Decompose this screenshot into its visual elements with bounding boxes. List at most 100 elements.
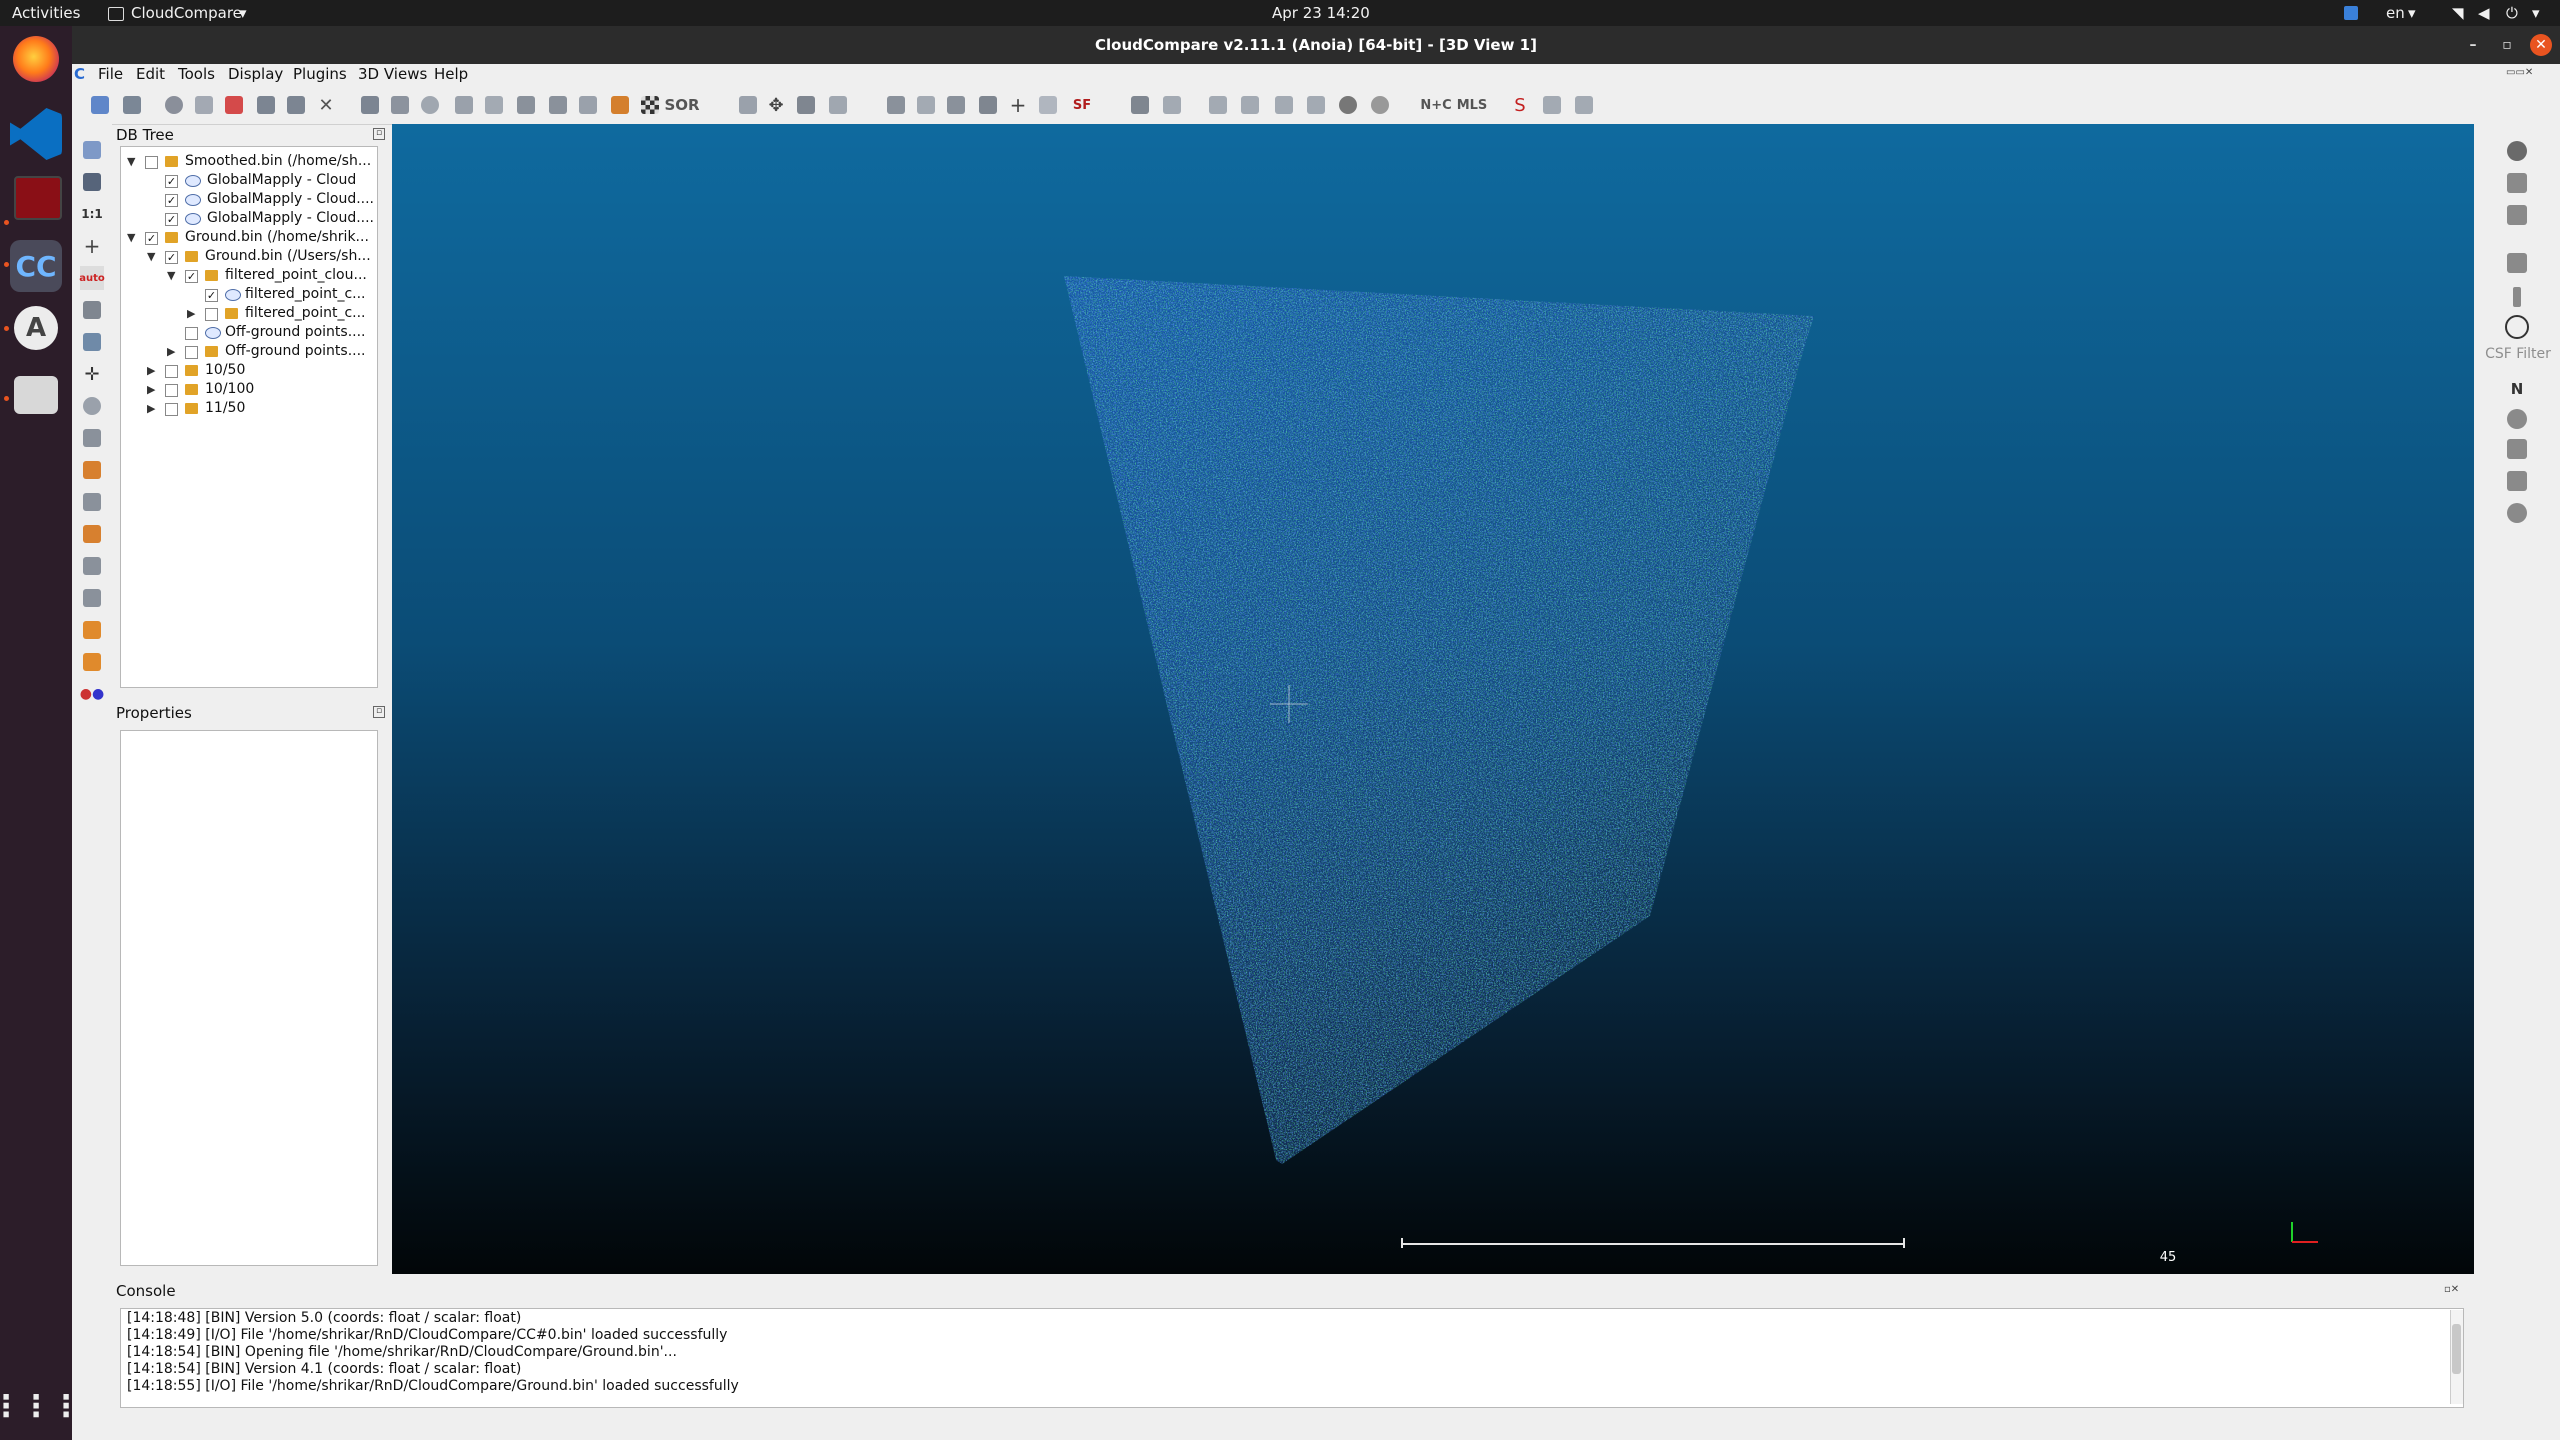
normals-icon[interactable] [736, 93, 760, 117]
sf-list-icon[interactable] [1128, 93, 1152, 117]
wifi-icon[interactable]: ◥ [2452, 4, 2464, 22]
view-front-icon[interactable] [80, 458, 104, 482]
tree-row[interactable]: ▼ ✓ filtered_point_clou... [121, 267, 375, 286]
delete-icon[interactable]: ✕ [314, 93, 338, 117]
notification-app-icon[interactable] [2344, 6, 2358, 20]
tree-row[interactable]: Off-ground points.... [121, 324, 375, 343]
compass-icon[interactable] [2504, 202, 2530, 228]
tree-row[interactable]: ✓ GlobalMapply - Cloud.... [121, 210, 375, 229]
checkbox[interactable]: ✓ [145, 232, 158, 245]
power-icon[interactable]: ⏻ [2506, 4, 2518, 22]
clone-icon[interactable] [222, 93, 246, 117]
view-left-icon[interactable] [80, 490, 104, 514]
menu-plugins[interactable]: Plugins [293, 65, 347, 83]
checkerboard-icon[interactable] [638, 93, 662, 117]
open-icon[interactable] [88, 93, 112, 117]
view-top-icon[interactable] [80, 426, 104, 450]
console-scrollbar[interactable] [2450, 1310, 2463, 1404]
kd-tree-icon[interactable] [1206, 93, 1230, 117]
screen-icon[interactable] [80, 138, 104, 162]
facets-icon[interactable] [2504, 250, 2530, 276]
sample-points-icon[interactable] [482, 93, 506, 117]
menu-3d-views[interactable]: 3D Views [358, 65, 427, 83]
sor-filter-icon[interactable]: SOR [664, 93, 699, 117]
checkbox[interactable]: ✓ [165, 213, 178, 226]
expand-arrow-icon[interactable]: ▼ [147, 250, 159, 264]
view-back-icon[interactable] [80, 522, 104, 546]
rasterize-icon[interactable] [1304, 93, 1328, 117]
normal-orientation-icon[interactable]: N [2504, 376, 2530, 402]
checkbox[interactable]: ✓ [185, 270, 198, 283]
console-log[interactable]: [14:18:48] [BIN] Version 5.0 (coords: fl… [120, 1308, 2464, 1408]
mdi-controls[interactable]: ▭▭✕ [2506, 67, 2533, 78]
software-updater-icon[interactable]: A [14, 306, 58, 350]
move-view-icon[interactable]: ✛ [80, 362, 104, 386]
poisson-icon[interactable] [2504, 500, 2530, 526]
expand-arrow-icon[interactable]: ▼ [127, 155, 139, 169]
expand-arrow-icon[interactable]: ▶ [187, 307, 199, 321]
tree-row[interactable]: ▼ ✓ Ground.bin (/Users/sh... [121, 248, 375, 267]
checkbox[interactable]: ✓ [205, 289, 218, 302]
tree-row[interactable]: ▶ 10/100 [121, 381, 375, 400]
minimize-icon[interactable]: – [2462, 34, 2484, 56]
hpr-icon[interactable] [2504, 406, 2530, 432]
crop-icon[interactable] [914, 93, 938, 117]
tree-row[interactable]: ▶ 11/50 [121, 400, 375, 419]
merge-icon[interactable] [254, 93, 278, 117]
globe-icon[interactable] [1368, 93, 1392, 117]
expand-arrow-icon[interactable]: ▶ [147, 364, 159, 378]
csf-filter-icon[interactable] [2504, 314, 2530, 340]
camera-icon[interactable] [80, 170, 104, 194]
sample-icon[interactable] [608, 93, 632, 117]
segment-icon[interactable] [284, 93, 308, 117]
firefox-icon[interactable] [13, 36, 59, 82]
checkbox[interactable] [145, 156, 158, 169]
3d-view[interactable]: 45 [392, 124, 2474, 1274]
checkbox[interactable]: ✓ [165, 251, 178, 264]
iso-view-2-icon[interactable] [80, 650, 104, 674]
menu-tools[interactable]: Tools [178, 65, 215, 83]
view-right-icon[interactable] [80, 554, 104, 578]
stack-icon[interactable] [976, 93, 1000, 117]
expand-arrow-icon[interactable]: ▼ [127, 231, 139, 245]
checkbox[interactable]: ✓ [165, 175, 178, 188]
checkbox[interactable] [185, 346, 198, 359]
tree-row[interactable]: ▶ Off-ground points.... [121, 343, 375, 362]
list-icon[interactable] [192, 93, 216, 117]
export-icon[interactable] [1572, 93, 1596, 117]
zoom-1to1-icon[interactable]: 1:1 [80, 202, 104, 226]
fm-icon[interactable] [1238, 93, 1262, 117]
tree-row[interactable]: ✓ GlobalMapply - Cloud [121, 172, 375, 191]
zoom-icon[interactable] [80, 394, 104, 418]
fine-registration-icon[interactable] [546, 93, 570, 117]
checkbox[interactable]: ✓ [165, 194, 178, 207]
menu-file[interactable]: File [98, 65, 123, 83]
bounding-box-icon[interactable] [944, 93, 968, 117]
rotate-view-icon[interactable] [80, 298, 104, 322]
mls-icon[interactable]: MLS [1456, 93, 1488, 117]
restore-icon[interactable]: ▫ [2496, 34, 2518, 56]
checkbox[interactable] [185, 327, 198, 340]
align-icon[interactable] [514, 93, 538, 117]
view-bottom-icon[interactable] [80, 586, 104, 610]
display-app-icon[interactable] [14, 176, 62, 220]
add-icon[interactable]: + [1006, 93, 1030, 117]
sf-density-icon[interactable] [1160, 93, 1184, 117]
tree-row[interactable]: ▼ Smoothed.bin (/home/sh... [121, 153, 375, 172]
perspective-icon[interactable] [80, 330, 104, 354]
volume-icon[interactable]: ◀ [2478, 4, 2490, 22]
tree-row[interactable]: ▶ filtered_point_c... [121, 305, 375, 324]
scalar-field-icon[interactable]: SF [1068, 93, 1096, 117]
axes-icon[interactable] [826, 93, 850, 117]
cloudcompare-icon[interactable]: CC [10, 240, 62, 292]
octree-icon[interactable] [1272, 93, 1296, 117]
vscode-icon[interactable] [10, 108, 62, 160]
histogram-icon[interactable] [884, 93, 908, 117]
scrollbar-thumb[interactable] [2452, 1324, 2461, 1374]
move-icon[interactable]: ✥ [764, 93, 788, 117]
expand-arrow-icon[interactable]: ▶ [147, 402, 159, 416]
clock[interactable]: Apr 23 14:20 [1272, 4, 1370, 22]
auto-pivot-icon[interactable]: auto [79, 266, 105, 290]
hand-icon[interactable] [388, 93, 412, 117]
nc-icon[interactable]: N+C [1420, 93, 1452, 117]
